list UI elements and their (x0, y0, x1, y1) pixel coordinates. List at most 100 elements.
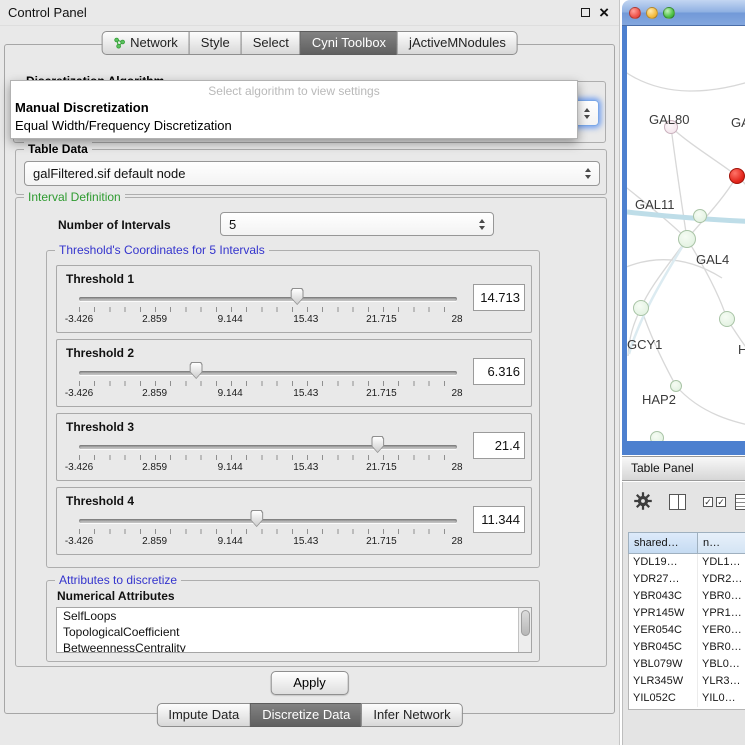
network-node[interactable] (678, 230, 696, 248)
attribute-item[interactable]: TopologicalCoefficient (57, 624, 531, 640)
list-icon[interactable] (735, 494, 745, 510)
tab-jactivemnodules[interactable]: jActiveMNodules (397, 31, 518, 55)
table-panel-header: Table Panel (622, 456, 745, 481)
network-node-label: GCY1 (627, 337, 662, 352)
threshold-value-field[interactable]: 21.4 (473, 432, 525, 459)
scale-label: 2.859 (142, 314, 167, 325)
slider-scale: -3.4262.8599.14415.4321.71528 (79, 388, 457, 400)
tab-cyni-toolbox[interactable]: Cyni Toolbox (300, 31, 398, 55)
table-cell: YIL0… (698, 690, 745, 707)
slider-thumb[interactable] (291, 288, 304, 305)
scale-label: 15.43 (293, 536, 318, 547)
scale-label: 9.144 (218, 314, 243, 325)
table-row[interactable]: YPR145WYPR1… (629, 605, 745, 622)
slider-track[interactable] (79, 445, 457, 449)
table-row[interactable]: YBR043CYBR0… (629, 588, 745, 605)
scrollbar-thumb[interactable] (521, 610, 530, 636)
table-cell: YIL052C (629, 690, 698, 707)
scrollbar[interactable] (518, 608, 531, 652)
table-row[interactable]: YDR27…YDR2… (629, 571, 745, 588)
table-data-combobox[interactable]: galFiltered.sif default node (24, 161, 600, 186)
network-node[interactable] (670, 380, 682, 392)
scale-label: -3.426 (65, 388, 93, 399)
group-title: Attributes to discretize (55, 573, 181, 587)
table-cell: YBL079W (629, 656, 698, 673)
network-node[interactable] (719, 311, 735, 327)
table-row[interactable]: YDL19…YDL1… (629, 554, 745, 571)
number-of-intervals-value: 5 (221, 217, 474, 232)
table-cell: YBR043C (629, 588, 698, 605)
tab-select[interactable]: Select (241, 31, 301, 55)
table-row[interactable]: YBL079WYBL0… (629, 656, 745, 673)
close-panel-icon[interactable]: × (599, 4, 609, 21)
gear-icon[interactable] (634, 492, 652, 515)
network-node[interactable] (729, 168, 745, 184)
algorithm-option[interactable]: Equal Width/Frequency Discretization (11, 117, 577, 135)
tab-infer-network[interactable]: Infer Network (361, 703, 462, 727)
slider-thumb[interactable] (371, 436, 384, 453)
threshold-value-field[interactable]: 14.713 (473, 284, 525, 311)
network-node-label: HAP2 (642, 392, 676, 407)
select-columns-icon[interactable]: ✓ ✓ (703, 497, 726, 507)
attribute-item[interactable]: BetweennessCentrality (57, 640, 531, 653)
slider-scale: -3.4262.8599.14415.4321.71528 (79, 314, 457, 326)
attribute-item[interactable]: SelfLoops (57, 608, 531, 624)
table-data-value: galFiltered.sif default node (25, 166, 580, 181)
column-header-shared[interactable]: shared… (628, 532, 698, 554)
table-row[interactable]: YER054CYER0… (629, 622, 745, 639)
network-node[interactable] (650, 431, 664, 441)
table-cell: YER054C (629, 622, 698, 639)
tab-discretize-data[interactable]: Discretize Data (250, 703, 362, 727)
group-title: Interval Definition (24, 190, 125, 204)
table-cell: YLR345W (629, 673, 698, 690)
table-row[interactable]: YLR345WYLR3… (629, 673, 745, 690)
tab-network[interactable]: Network (101, 31, 190, 55)
mac-zoom-button[interactable] (663, 7, 675, 19)
threshold-value-field[interactable]: 6.316 (473, 358, 525, 385)
scale-label: 15.43 (293, 462, 318, 473)
network-node[interactable] (693, 209, 707, 223)
table-cell: YBR0… (698, 639, 745, 656)
columns-icon[interactable] (669, 494, 686, 510)
scale-label: 28 (451, 314, 462, 325)
scale-label: 21.715 (366, 462, 397, 473)
algorithm-dropdown-popup: Select algorithm to view settings Manual… (10, 80, 578, 139)
number-of-intervals-combobox[interactable]: 5 (220, 212, 494, 236)
threshold-value-field[interactable]: 11.344 (473, 506, 525, 533)
checkbox-icon: ✓ (716, 497, 726, 507)
tab-impute-data[interactable]: Impute Data (156, 703, 251, 727)
attributes-group: Attributes to discretize Numerical Attri… (46, 580, 540, 662)
tab-label: Network (130, 35, 178, 50)
algorithm-option[interactable]: Manual Discretization (11, 99, 577, 117)
slider-ticks (79, 455, 457, 460)
float-window-icon[interactable] (581, 8, 590, 17)
scale-label: 9.144 (218, 536, 243, 547)
network-canvas[interactable]: GAL80GAGAL11GAL4GCY1HAP2H (627, 26, 745, 441)
network-window-titlebar[interactable] (622, 0, 745, 26)
slider-thumb[interactable] (250, 510, 263, 527)
apply-button[interactable]: Apply (270, 671, 349, 695)
network-node[interactable] (633, 300, 649, 316)
network-view-window: GAL80GAGAL11GAL4GCY1HAP2H (622, 0, 745, 455)
table-row[interactable]: YIL052CYIL0… (629, 690, 745, 707)
numerical-attributes-label: Numerical Attributes (57, 589, 175, 603)
attributes-list[interactable]: SelfLoopsTopologicalCoefficientBetweenne… (56, 607, 532, 653)
table-row[interactable]: YBR045CYBR0… (629, 639, 745, 656)
table-cell: YBR0… (698, 588, 745, 605)
table-data-group: Table Data galFiltered.sif default node (15, 149, 607, 195)
slider-track[interactable] (79, 371, 457, 375)
threshold-slider: -3.4262.8599.14415.4321.71528 (79, 266, 457, 332)
slider-track[interactable] (79, 297, 457, 301)
scale-label: 28 (451, 388, 462, 399)
threshold-panel: Threshold 2-3.4262.8599.14415.4321.71528… (56, 339, 532, 407)
scale-label: -3.426 (65, 536, 93, 547)
tab-style[interactable]: Style (189, 31, 242, 55)
network-node-label: GAL4 (696, 252, 729, 267)
mac-close-button[interactable] (629, 7, 641, 19)
network-node-label: GAL80 (649, 112, 689, 127)
slider-track[interactable] (79, 519, 457, 523)
column-header-name[interactable]: n… (698, 532, 745, 554)
scale-label: 2.859 (142, 462, 167, 473)
mac-minimize-button[interactable] (646, 7, 658, 19)
slider-thumb[interactable] (190, 362, 203, 379)
